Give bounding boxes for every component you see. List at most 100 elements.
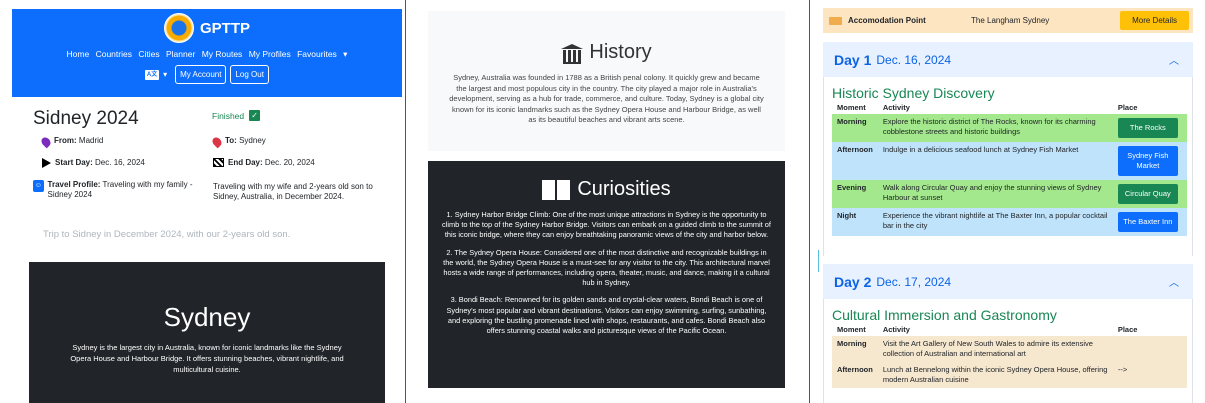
- place-button[interactable]: The Baxter Inn: [1117, 212, 1178, 232]
- place-cell: Sydney Fish Market: [1113, 142, 1187, 180]
- table-row: Afternoon Lunch at Bennelong within the i…: [832, 362, 1187, 388]
- place-text: -->: [1117, 365, 1128, 374]
- curiosities-card: Curiosities 1. Sydney Harbor Bridge Clim…: [428, 161, 785, 388]
- logout-button[interactable]: Log Out: [230, 65, 269, 84]
- place-cell: Circular Quay: [1113, 180, 1187, 208]
- chevron-down-icon[interactable]: ▾: [163, 70, 167, 79]
- status-badge: Finished ✓: [212, 110, 261, 121]
- table-row: Morning Visit the Art Gallery of New Sout…: [832, 336, 1187, 362]
- history-text: Sydney, Australia was founded in 1788 as…: [449, 73, 764, 124]
- city-card: Sydney Sydney is the largest city in Aus…: [29, 262, 385, 403]
- col-activity: Activity: [882, 325, 910, 334]
- curiosity-item: 1. Sydney Harbor Bridge Climb: One of th…: [442, 210, 771, 240]
- activity-cell: Indulge in a delicious seafood lunch at …: [882, 145, 1079, 154]
- curiosity-item: 2. The Sydney Opera House: Considered on…: [443, 247, 770, 288]
- moment-cell: Evening: [837, 183, 867, 192]
- end-label: End Day:: [228, 158, 263, 167]
- profile-label: Travel Profile:: [47, 180, 101, 189]
- col-place: Place: [1117, 325, 1138, 334]
- nav-my-profiles[interactable]: My Profiles: [249, 49, 291, 59]
- history-card: History Sydney, Australia was founded in…: [428, 11, 785, 151]
- accommodation-row: Accomodation Point The Langham Sydney Mo…: [823, 8, 1193, 33]
- moment-cell: Night: [837, 211, 857, 220]
- nav-cities[interactable]: Cities: [138, 49, 159, 59]
- place-cell: The Rocks: [1113, 114, 1187, 142]
- language-icon[interactable]: A文: [145, 69, 160, 80]
- curiosity-item: 3. Bondi Beach: Renowned for its golden …: [446, 295, 767, 336]
- chevron-down-icon: ▾: [343, 49, 348, 59]
- place-button[interactable]: The Rocks: [1117, 118, 1178, 138]
- moment-cell: Afternoon: [837, 145, 873, 154]
- nav-favourites[interactable]: Favourites: [297, 49, 337, 59]
- table-row: Evening Walk along Circular Quay and enjo…: [832, 180, 1187, 208]
- nav-links: Home Countries Cities Planner My Routes …: [12, 49, 402, 60]
- trip-detail-panel: GPTTP Home Countries Cities Planner My R…: [0, 0, 402, 403]
- map-pin-icon: [210, 135, 224, 149]
- activity-table: Moment Activity Place Morning Visit the A…: [832, 323, 1187, 388]
- my-account-button[interactable]: My Account: [175, 65, 227, 84]
- start-value: Dec. 16, 2024: [95, 158, 145, 167]
- to-value: Sydney: [239, 136, 266, 145]
- moment-cell: Morning: [837, 339, 867, 348]
- activity-cell: Explore the historic district of The Roc…: [882, 117, 1096, 136]
- day-number: Day 2: [834, 273, 872, 290]
- play-icon: [42, 158, 51, 168]
- itinerary-panel: Accomodation Point The Langham Sydney Mo…: [812, 0, 1205, 403]
- brand-name: GPTTP: [199, 19, 250, 37]
- place-cell: -->: [1113, 362, 1187, 388]
- travel-profile-field: ☺ Travel Profile: Traveling with my fami…: [33, 180, 203, 200]
- col-activity: Activity: [882, 103, 910, 112]
- nav-home[interactable]: Home: [67, 49, 90, 59]
- city-name: Sydney: [163, 302, 251, 332]
- table-row: Night Experience the vibrant nightlife at…: [832, 208, 1187, 236]
- landmark-icon: [561, 43, 584, 64]
- accommodation-name: The Langham Sydney: [971, 16, 1050, 25]
- end-value: Dec. 20, 2024: [264, 158, 315, 167]
- family-icon: ☺: [33, 180, 44, 192]
- place-cell: [1113, 336, 1187, 362]
- activity-table: Moment Activity Place Morning Explore the…: [832, 101, 1187, 236]
- profile-description: Traveling with my wife and 2-years old s…: [213, 182, 373, 201]
- day-title: Cultural Immersion and Gastronomy: [832, 307, 1057, 323]
- history-title: History: [589, 41, 652, 63]
- to-field: To: Sydney: [210, 135, 266, 149]
- day-date: Dec. 16, 2024: [876, 52, 952, 67]
- end-day-field: End Day: Dec. 20, 2024: [213, 158, 315, 167]
- moment-cell: Morning: [837, 117, 867, 126]
- accommodation-label: Accomodation Point: [848, 16, 926, 25]
- activity-cell: Experience the vibrant nightlife at The …: [882, 211, 1108, 230]
- day-1-body: Historic Sydney Discovery Moment Activit…: [823, 77, 1193, 256]
- day-number: Day 1: [834, 51, 872, 68]
- nav-countries[interactable]: Countries: [96, 49, 132, 59]
- divider: [809, 0, 810, 403]
- to-label: To:: [225, 136, 237, 145]
- from-field: From: Madrid: [39, 135, 104, 149]
- table-row: Afternoon Indulge in a delicious seafood …: [832, 142, 1187, 180]
- bed-icon: [829, 16, 842, 25]
- chevron-up-icon[interactable]: ︿: [1169, 52, 1179, 67]
- more-details-button[interactable]: More Details: [1120, 11, 1189, 30]
- checkered-flag-icon: [213, 158, 224, 167]
- col-moment: Moment: [837, 103, 866, 112]
- day-1-accordion-header[interactable]: Day 1 Dec. 16, 2024 ︿: [823, 42, 1193, 77]
- brand[interactable]: GPTTP: [12, 13, 402, 43]
- chevron-up-icon[interactable]: ︿: [1169, 274, 1179, 289]
- moment-cell: Afternoon: [837, 365, 873, 374]
- start-day-field: Start Day: Dec. 16, 2024: [42, 158, 145, 168]
- from-value: Madrid: [78, 136, 104, 145]
- day-date: Dec. 17, 2024: [876, 274, 952, 289]
- curiosities-title: Curiosities: [577, 178, 671, 200]
- calendar-check-icon: ✓: [249, 110, 261, 121]
- nav-my-routes[interactable]: My Routes: [202, 49, 243, 59]
- status-text: Finished: [212, 110, 245, 121]
- city-info-panel: History Sydney, Australia was founded in…: [406, 0, 806, 403]
- table-row: Morning Explore the historic district of …: [832, 114, 1187, 142]
- place-button[interactable]: Circular Quay: [1117, 184, 1178, 204]
- nav-planner[interactable]: Planner: [166, 49, 195, 59]
- day-2-accordion-header[interactable]: Day 2 Dec. 17, 2024 ︿: [823, 264, 1193, 299]
- place-cell: The Baxter Inn: [1113, 208, 1187, 236]
- place-button[interactable]: Sydney Fish Market: [1117, 146, 1178, 176]
- start-label: Start Day:: [55, 158, 93, 167]
- city-description: Sydney is the largest city in Australia,…: [70, 343, 344, 374]
- page-title: Sidney 2024: [33, 108, 139, 129]
